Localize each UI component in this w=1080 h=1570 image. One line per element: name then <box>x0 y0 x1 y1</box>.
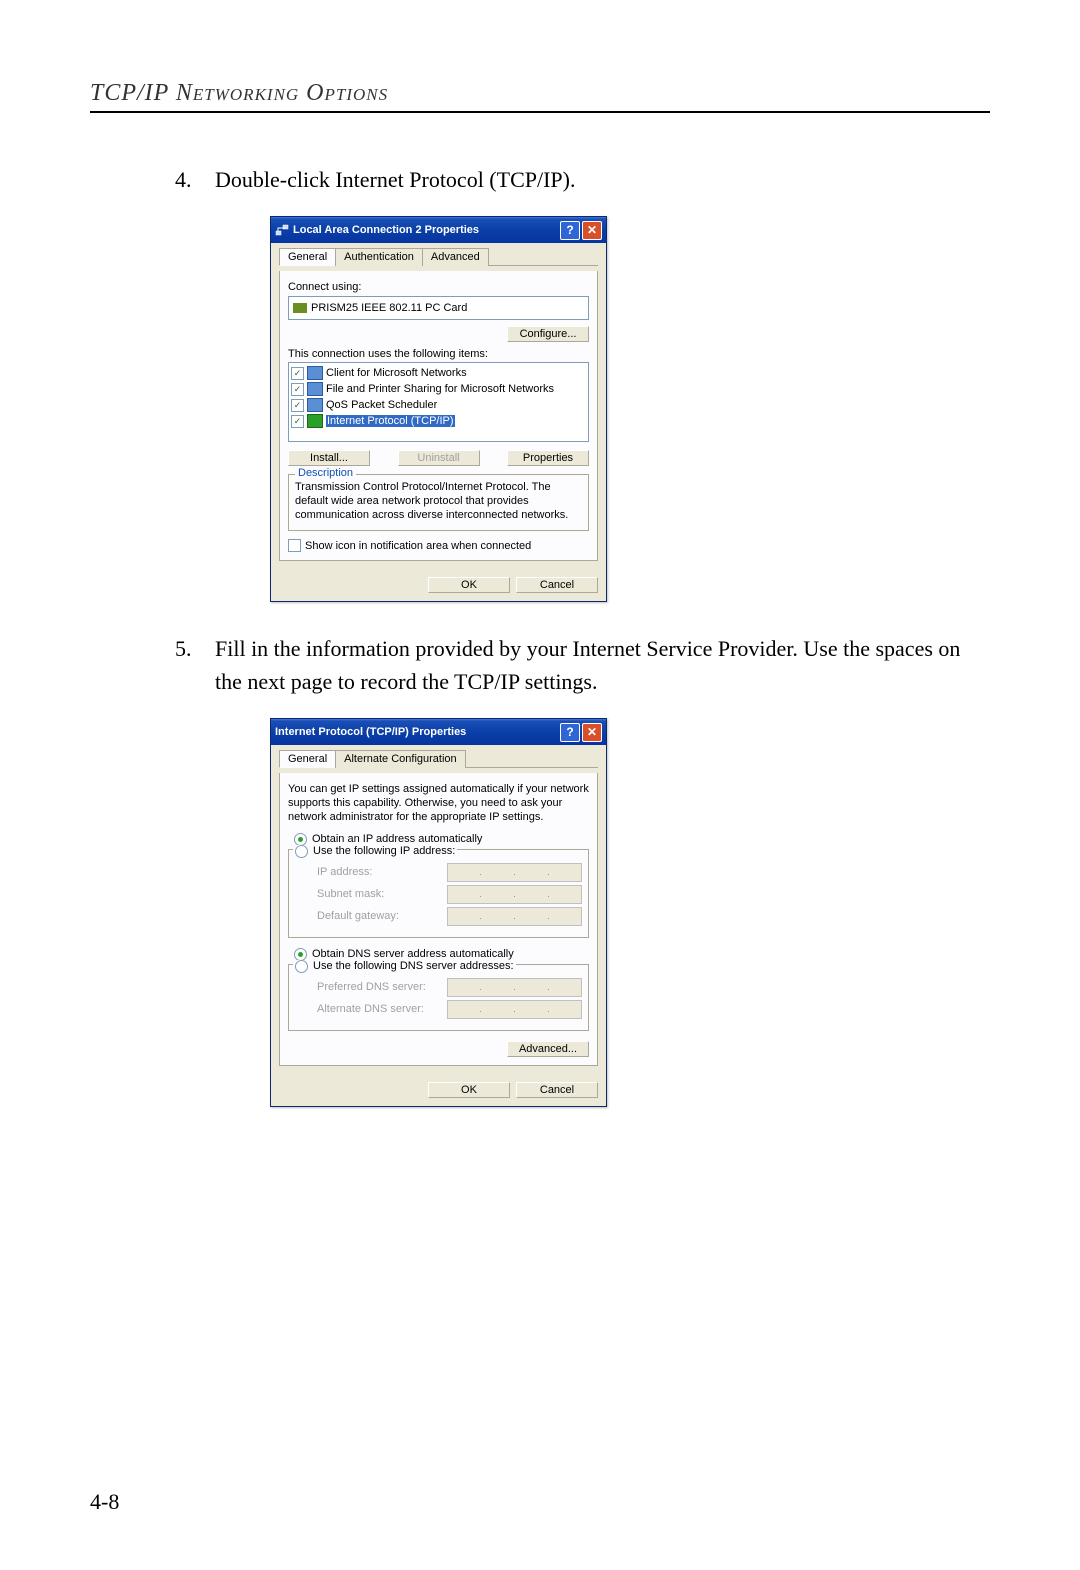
adapter-field: PRISM25 IEEE 802.11 PC Card <box>288 296 589 320</box>
dialog-title: Internet Protocol (TCP/IP) Properties <box>275 726 466 738</box>
install-button[interactable]: Install... <box>288 450 370 466</box>
step-4: 4. Double-click Internet Protocol (TCP/I… <box>175 163 990 196</box>
list-item-selected[interactable]: ✓ Internet Protocol (TCP/IP) <box>291 413 586 429</box>
step-5-number: 5. <box>175 632 215 698</box>
help-button[interactable]: ? <box>560 723 580 742</box>
cancel-button[interactable]: Cancel <box>516 577 598 593</box>
adapter-name: PRISM25 IEEE 802.11 PC Card <box>311 302 467 314</box>
show-icon-label: Show icon in notification area when conn… <box>305 540 531 552</box>
radio-use-dns[interactable]: Use the following DNS server addresses: <box>293 960 516 973</box>
nic-icon <box>293 303 307 313</box>
tab-strip: General Alternate Configuration <box>279 749 598 768</box>
tab-alternate[interactable]: Alternate Configuration <box>335 750 466 768</box>
ok-button[interactable]: OK <box>428 1082 510 1098</box>
step-4-number: 4. <box>175 163 215 196</box>
alternate-dns-field: ... <box>447 1000 582 1019</box>
tab-general[interactable]: General <box>279 248 336 266</box>
tcpip-properties-dialog: Internet Protocol (TCP/IP) Properties ? … <box>270 718 607 1106</box>
preferred-dns-field: ... <box>447 978 582 997</box>
tab-authentication[interactable]: Authentication <box>335 248 423 266</box>
dialog-title: Local Area Connection 2 Properties <box>293 224 479 236</box>
items-listbox[interactable]: ✓ Client for Microsoft Networks ✓ File a… <box>288 362 589 442</box>
close-button[interactable]: ✕ <box>582 723 602 742</box>
uninstall-button: Uninstall <box>398 450 480 466</box>
checkbox-icon[interactable]: ✓ <box>291 367 304 380</box>
connection-properties-dialog: Local Area Connection 2 Properties ? ✕ G… <box>270 216 607 602</box>
subnet-mask-field: ... <box>447 885 582 904</box>
subnet-mask-label: Subnet mask: <box>317 888 447 900</box>
gateway-field: ... <box>447 907 582 926</box>
properties-button[interactable]: Properties <box>507 450 589 466</box>
advanced-button[interactable]: Advanced... <box>507 1041 589 1057</box>
alternate-dns-label: Alternate DNS server: <box>317 1003 447 1015</box>
show-icon-checkbox-row[interactable]: ✓ Show icon in notification area when co… <box>288 539 589 552</box>
ip-address-label: IP address: <box>317 866 447 878</box>
ip-address-field: ... <box>447 863 582 882</box>
configure-button[interactable]: Configure... <box>507 326 589 342</box>
items-label: This connection uses the following items… <box>288 348 589 360</box>
titlebar: Internet Protocol (TCP/IP) Properties ? … <box>271 719 606 745</box>
connect-using-label: Connect using: <box>288 281 589 293</box>
preferred-dns-label: Preferred DNS server: <box>317 981 447 993</box>
network-icon <box>275 223 289 237</box>
checkbox-icon[interactable]: ✓ <box>288 539 301 552</box>
tab-strip: General Authentication Advanced <box>279 247 598 266</box>
help-button[interactable]: ? <box>560 221 580 240</box>
checkbox-icon[interactable]: ✓ <box>291 399 304 412</box>
radio-icon[interactable] <box>295 960 308 973</box>
service-icon <box>307 398 323 412</box>
protocol-icon <box>307 414 323 428</box>
cancel-button[interactable]: Cancel <box>516 1082 598 1098</box>
titlebar: Local Area Connection 2 Properties ? ✕ <box>271 217 606 243</box>
description-text: Transmission Control Protocol/Internet P… <box>295 481 582 522</box>
list-item[interactable]: ✓ Client for Microsoft Networks <box>291 365 586 381</box>
checkbox-icon[interactable]: ✓ <box>291 383 304 396</box>
tab-advanced[interactable]: Advanced <box>422 248 489 266</box>
service-icon <box>307 382 323 396</box>
ok-button[interactable]: OK <box>428 577 510 593</box>
description-group: Description Transmission Control Protoco… <box>288 474 589 531</box>
tab-general[interactable]: General <box>279 750 336 768</box>
client-icon <box>307 366 323 380</box>
checkbox-icon[interactable]: ✓ <box>291 415 304 428</box>
step-5: 5. Fill in the information provided by y… <box>175 632 990 698</box>
list-item[interactable]: ✓ File and Printer Sharing for Microsoft… <box>291 381 586 397</box>
radio-icon[interactable] <box>295 845 308 858</box>
step-5-text: Fill in the information provided by your… <box>215 632 990 698</box>
radio-use-ip[interactable]: Use the following IP address: <box>293 845 457 858</box>
list-item[interactable]: ✓ QoS Packet Scheduler <box>291 397 586 413</box>
close-button[interactable]: ✕ <box>582 221 602 240</box>
step-4-text: Double-click Internet Protocol (TCP/IP). <box>215 163 990 196</box>
description-legend: Description <box>295 467 356 479</box>
intro-text: You can get IP settings assigned automat… <box>288 783 589 824</box>
page-number: 4-8 <box>90 1489 119 1515</box>
page-header: TCP/IP Networking Options <box>90 80 990 113</box>
gateway-label: Default gateway: <box>317 910 447 922</box>
